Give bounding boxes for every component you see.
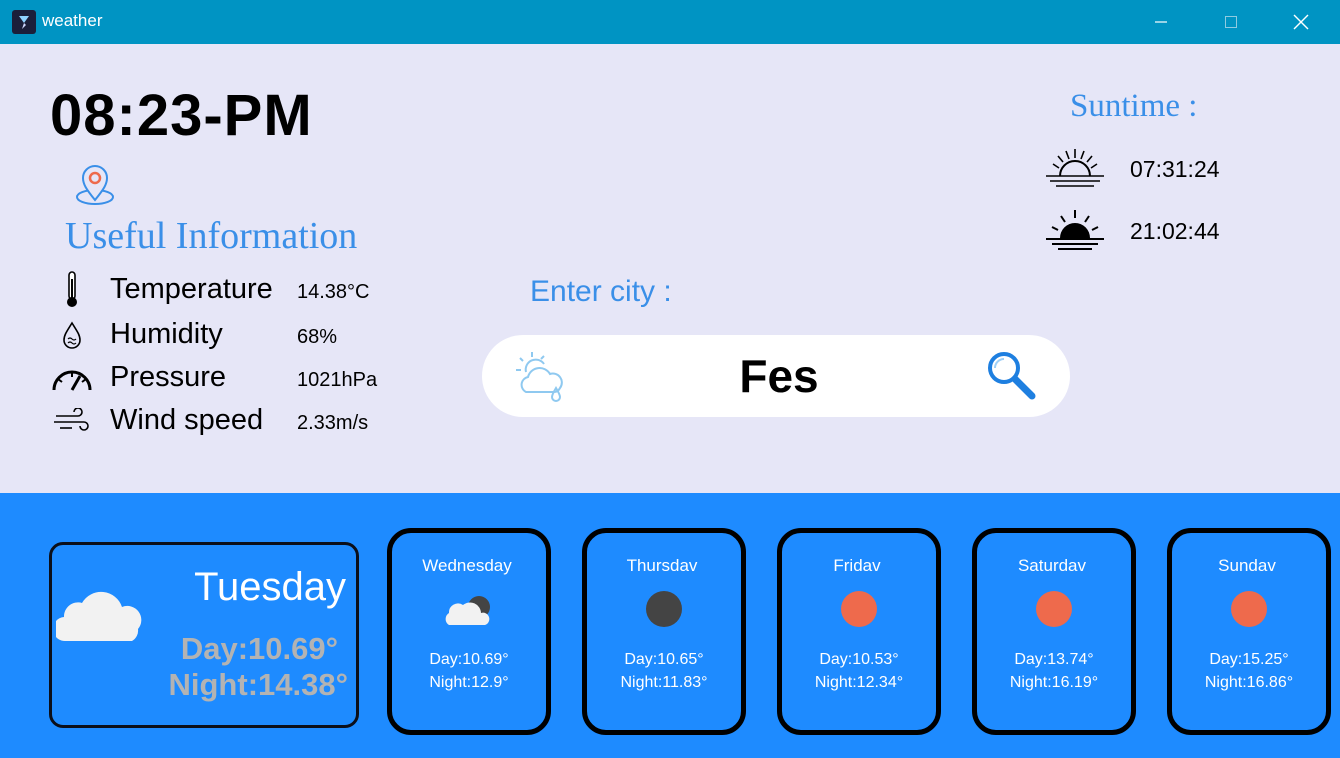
info-row-humidity: Humidity 68% bbox=[46, 314, 406, 354]
forecast-night-temp: Night:16.19° bbox=[1009, 674, 1099, 691]
info-row-pressure: Pressure 1021hPa bbox=[46, 357, 406, 397]
app-icon bbox=[12, 10, 36, 34]
enter-city-label: Enter city : bbox=[530, 275, 672, 308]
moon-icon bbox=[587, 589, 741, 629]
maximize-button[interactable] bbox=[1196, 0, 1266, 44]
city-search-input[interactable] bbox=[632, 345, 926, 407]
clock: 08:23-PM bbox=[50, 83, 313, 148]
forecast-panel: Tuesday Day:10.69° Night:14.38° Wednesda… bbox=[0, 493, 1340, 758]
today-night-temp: Night:14.38° bbox=[168, 667, 349, 702]
info-label-temperature: Temperature bbox=[110, 273, 273, 305]
forecast-day-name: Saturdav bbox=[1017, 556, 1087, 575]
info-label-pressure: Pressure bbox=[110, 361, 227, 393]
cloud-icon bbox=[52, 585, 142, 650]
forecast-card: Thursdav Day:10.65° Night:11.83° bbox=[582, 528, 746, 735]
info-value-temperature: 14.38°C bbox=[297, 281, 370, 303]
useful-information-title: Useful Information bbox=[65, 215, 358, 257]
minimize-icon bbox=[1155, 21, 1167, 23]
forecast-night-temp: Night:12.9° bbox=[429, 674, 509, 691]
search-icon bbox=[988, 352, 1036, 400]
sunset-icon bbox=[1044, 208, 1106, 257]
wind-icon bbox=[46, 404, 98, 438]
thermometer-icon bbox=[46, 271, 98, 307]
sunrise-icon bbox=[1044, 146, 1106, 195]
info-label-wind-speed: Wind speed bbox=[110, 404, 264, 436]
humidity-drop-icon bbox=[46, 318, 98, 352]
sunset-time: 21:02:44 bbox=[1130, 218, 1220, 244]
location-pin-icon bbox=[72, 162, 118, 213]
search-bar bbox=[482, 335, 1070, 417]
gauge-icon bbox=[46, 361, 98, 395]
close-button[interactable] bbox=[1266, 0, 1336, 44]
sun-icon bbox=[977, 589, 1131, 629]
sunset-row: 21:02:44 bbox=[1044, 208, 1264, 254]
today-day-temp: Day:10.69° bbox=[180, 631, 338, 666]
forecast-night-temp: Night:12.34° bbox=[814, 674, 904, 691]
window-title: weather bbox=[42, 11, 103, 30]
forecast-day-name: Sundav bbox=[1218, 556, 1276, 575]
forecast-day-temp: Day:10.53° bbox=[819, 651, 899, 668]
search-button[interactable] bbox=[982, 346, 1042, 406]
forecast-day-temp: Day:10.69° bbox=[429, 651, 509, 668]
forecast-card: Saturdav Day:13.74° Night:16.19° bbox=[972, 528, 1136, 735]
today-card: Tuesday Day:10.69° Night:14.38° bbox=[49, 542, 359, 728]
sunrise-time: 07:31:24 bbox=[1130, 156, 1220, 182]
forecast-night-temp: Night:16.86° bbox=[1204, 674, 1294, 691]
minimize-button[interactable] bbox=[1126, 0, 1196, 44]
main-panel: 08:23-PM Useful Information Temperature … bbox=[0, 44, 1340, 493]
suntime-title: Suntime : bbox=[1070, 88, 1198, 124]
info-label-humidity: Humidity bbox=[110, 318, 223, 350]
forecast-day-name: Fridav bbox=[833, 556, 881, 575]
info-value-wind-speed: 2.33m/s bbox=[297, 412, 369, 434]
sun-icon bbox=[782, 589, 936, 629]
close-icon bbox=[1293, 14, 1309, 30]
info-value-pressure: 1021hPa bbox=[297, 369, 378, 391]
weather-logo-icon bbox=[512, 348, 570, 411]
forecast-card: Fridav Day:10.53° Night:12.34° bbox=[777, 528, 941, 735]
today-day-name: Tuesday bbox=[194, 565, 346, 609]
info-row-temperature: Temperature 14.38°C bbox=[46, 269, 406, 309]
sunrise-row: 07:31:24 bbox=[1044, 146, 1264, 192]
forecast-day-name: Thursdav bbox=[626, 556, 698, 575]
info-row-wind-speed: Wind speed 2.33m/s bbox=[46, 400, 406, 440]
cloud-moon-icon bbox=[392, 589, 546, 629]
title-bar: weather bbox=[0, 0, 1340, 44]
forecast-night-temp: Night:11.83° bbox=[620, 674, 708, 691]
forecast-day-temp: Day:13.74° bbox=[1014, 651, 1094, 668]
maximize-icon bbox=[1225, 16, 1237, 28]
sun-icon bbox=[1172, 589, 1326, 629]
forecast-day-temp: Day:15.25° bbox=[1209, 651, 1289, 668]
forecast-day-temp: Day:10.65° bbox=[624, 651, 704, 668]
forecast-day-name: Wednesday bbox=[422, 556, 512, 575]
forecast-card: Sundav Day:15.25° Night:16.86° bbox=[1167, 528, 1331, 735]
forecast-card: Wednesday Day:10.69° Night:12.9° bbox=[387, 528, 551, 735]
info-value-humidity: 68% bbox=[297, 326, 338, 348]
